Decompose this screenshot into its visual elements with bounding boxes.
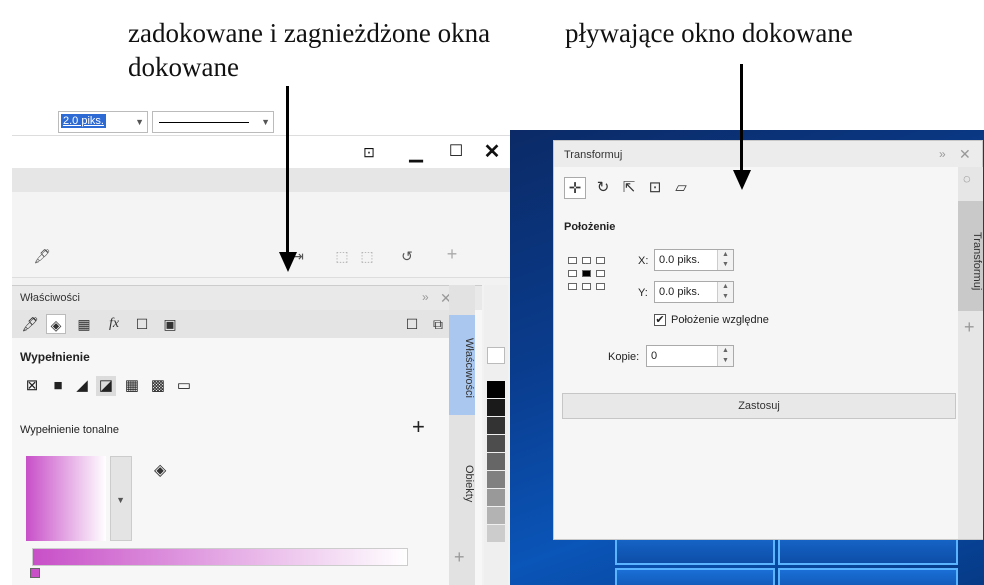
outline-icon[interactable]: 🖋: [20, 314, 40, 334]
swatch[interactable]: [487, 381, 505, 398]
collapse-icon[interactable]: »: [422, 290, 429, 304]
effects-icon[interactable]: fx: [104, 314, 124, 334]
swatch[interactable]: [487, 435, 505, 452]
swatch[interactable]: [487, 471, 505, 488]
plus-icon[interactable]: +: [442, 244, 462, 264]
caption-floating: pływające okno dokowane: [565, 18, 853, 48]
line-style-select[interactable]: ▼: [152, 111, 274, 133]
plus-icon[interactable]: +: [964, 317, 975, 338]
minimize-icon[interactable]: ▁: [404, 140, 428, 164]
user-icon[interactable]: ⊡: [357, 140, 381, 164]
y-label: Y:: [638, 287, 648, 299]
plus-icon[interactable]: +: [412, 414, 425, 440]
object-order-icon[interactable]: ⬚: [332, 246, 352, 266]
swatch[interactable]: [487, 399, 505, 416]
docker-header: Właściwości » ✕: [12, 286, 482, 310]
new-window-icon[interactable]: ⧉: [428, 314, 448, 334]
frame-icon[interactable]: ☐: [132, 314, 152, 334]
gradient-fill-icon[interactable]: ◪: [96, 376, 116, 396]
desktop-pane: [778, 568, 958, 585]
desktop-pane: [615, 568, 775, 585]
gradient-dropdown[interactable]: ▼: [110, 456, 132, 541]
swatch[interactable]: [487, 453, 505, 470]
properties-tabs: 🖋 ◈ ▦ fx ☐ ▣ ☐ ⧉: [12, 310, 467, 338]
arrow-docked: [286, 86, 289, 256]
close-icon[interactable]: ✕: [959, 146, 971, 163]
property-bar: 🖋 ⇥ ⬚ ⬚ ↺ +: [12, 192, 510, 278]
docker-title: Transformuj: [564, 149, 623, 161]
arrow-head: [733, 170, 751, 190]
line-style-preview: [159, 122, 249, 123]
apply-button[interactable]: Zastosuj: [562, 393, 956, 419]
docker-icon[interactable]: ◌: [963, 171, 971, 186]
docker-header[interactable]: Transformuj » ✕: [554, 141, 982, 167]
plus-icon[interactable]: +: [454, 547, 465, 568]
copies-label: Kopie:: [608, 351, 640, 363]
gradient-node[interactable]: [30, 568, 40, 578]
pen-icon[interactable]: 🖋: [32, 246, 52, 266]
swatch[interactable]: [487, 417, 505, 434]
x-position-field[interactable]: 0.0 piks. ▲ ▼: [654, 249, 734, 271]
swatch[interactable]: [487, 507, 505, 524]
docker-tabs: Właściwości Obiekty +: [449, 285, 475, 585]
caption-docked-nested: zadokowane i zagnieżdżone okna dokowane: [128, 18, 491, 82]
postscript-fill-icon[interactable]: ▭: [174, 376, 194, 396]
chevron-down-icon[interactable]: ▼: [261, 117, 270, 127]
object-order-icon[interactable]: ⬚: [357, 246, 377, 266]
convert-icon[interactable]: ↺: [397, 246, 417, 266]
pattern-fill-icon[interactable]: ▦: [122, 376, 142, 396]
transparency-icon[interactable]: ▦: [74, 314, 94, 334]
arrow-floating: [740, 64, 743, 172]
fill-icon[interactable]: ◈: [46, 314, 66, 334]
copies-field[interactable]: 0 ▲ ▼: [646, 345, 734, 367]
skew-icon[interactable]: ▱: [670, 177, 692, 199]
window-icon[interactable]: ☐: [402, 314, 422, 334]
collapse-icon[interactable]: »: [939, 147, 946, 161]
stepper-icon[interactable]: ▲ ▼: [717, 250, 733, 270]
tab-properties[interactable]: Właściwości: [449, 315, 475, 415]
paint-bucket-icon[interactable]: ◈: [154, 460, 166, 480]
relative-position-checkbox[interactable]: ✔: [654, 314, 666, 326]
texture-fill-icon[interactable]: ▩: [148, 376, 168, 396]
section-title: Położenie: [564, 221, 616, 233]
docker-title: Właściwości: [20, 292, 80, 304]
pen-size-input[interactable]: 2.0 piks. ▼: [58, 111, 148, 133]
menu-bar: [12, 168, 510, 192]
gradient-slider[interactable]: [32, 548, 408, 566]
x-label: X:: [638, 255, 649, 267]
uniform-fill-icon[interactable]: ■: [48, 376, 68, 396]
tab-transform[interactable]: Transformuj: [958, 201, 983, 311]
size-icon[interactable]: ⊡: [644, 177, 666, 199]
fountain-fill-icon[interactable]: ◢: [72, 376, 92, 396]
swatch[interactable]: [487, 489, 505, 506]
tab-objects[interactable]: Obiekty: [449, 425, 475, 525]
fill-type-label: Wypełnienie tonalne: [20, 424, 119, 436]
no-fill-icon[interactable]: ⊠: [22, 376, 42, 396]
stepper-icon[interactable]: ▲ ▼: [717, 282, 733, 302]
relative-position-label: Położenie względne: [671, 314, 769, 326]
image-icon[interactable]: ▣: [160, 314, 180, 334]
docker-tabs: ◌ Transformuj +: [958, 167, 983, 539]
arrow-head: [279, 252, 297, 272]
y-position-field[interactable]: 0.0 piks. ▲ ▼: [654, 281, 734, 303]
scale-icon[interactable]: ⇱: [618, 177, 640, 199]
color-palette: [484, 285, 508, 585]
gradient-preview[interactable]: [26, 456, 106, 541]
properties-docker: Właściwości » ✕ 🖋 ◈ ▦ fx ☐ ▣ ☐ ⧉ Wypełni…: [12, 285, 482, 585]
rotate-icon[interactable]: ↻: [592, 177, 614, 199]
swatch-none[interactable]: [487, 347, 505, 364]
chevron-down-icon[interactable]: ▼: [116, 495, 125, 505]
swatch[interactable]: [487, 525, 505, 542]
title-bar: ⊡ ▁ ☐ ✕: [12, 136, 510, 168]
position-icon[interactable]: ✛: [564, 177, 586, 199]
fill-section-title: Wypełnienie: [20, 350, 90, 364]
pen-size-value: 2.0 piks.: [61, 114, 106, 128]
close-icon[interactable]: ✕: [480, 140, 504, 164]
transform-docker: Transformuj » ✕ ✛ ↻ ⇱ ⊡ ▱ Położenie X: 0…: [553, 140, 983, 540]
chevron-down-icon[interactable]: ▼: [135, 117, 144, 127]
maximize-icon[interactable]: ☐: [444, 140, 468, 164]
stepper-icon[interactable]: ▲ ▼: [717, 346, 733, 366]
anchor-grid[interactable]: [568, 257, 608, 297]
